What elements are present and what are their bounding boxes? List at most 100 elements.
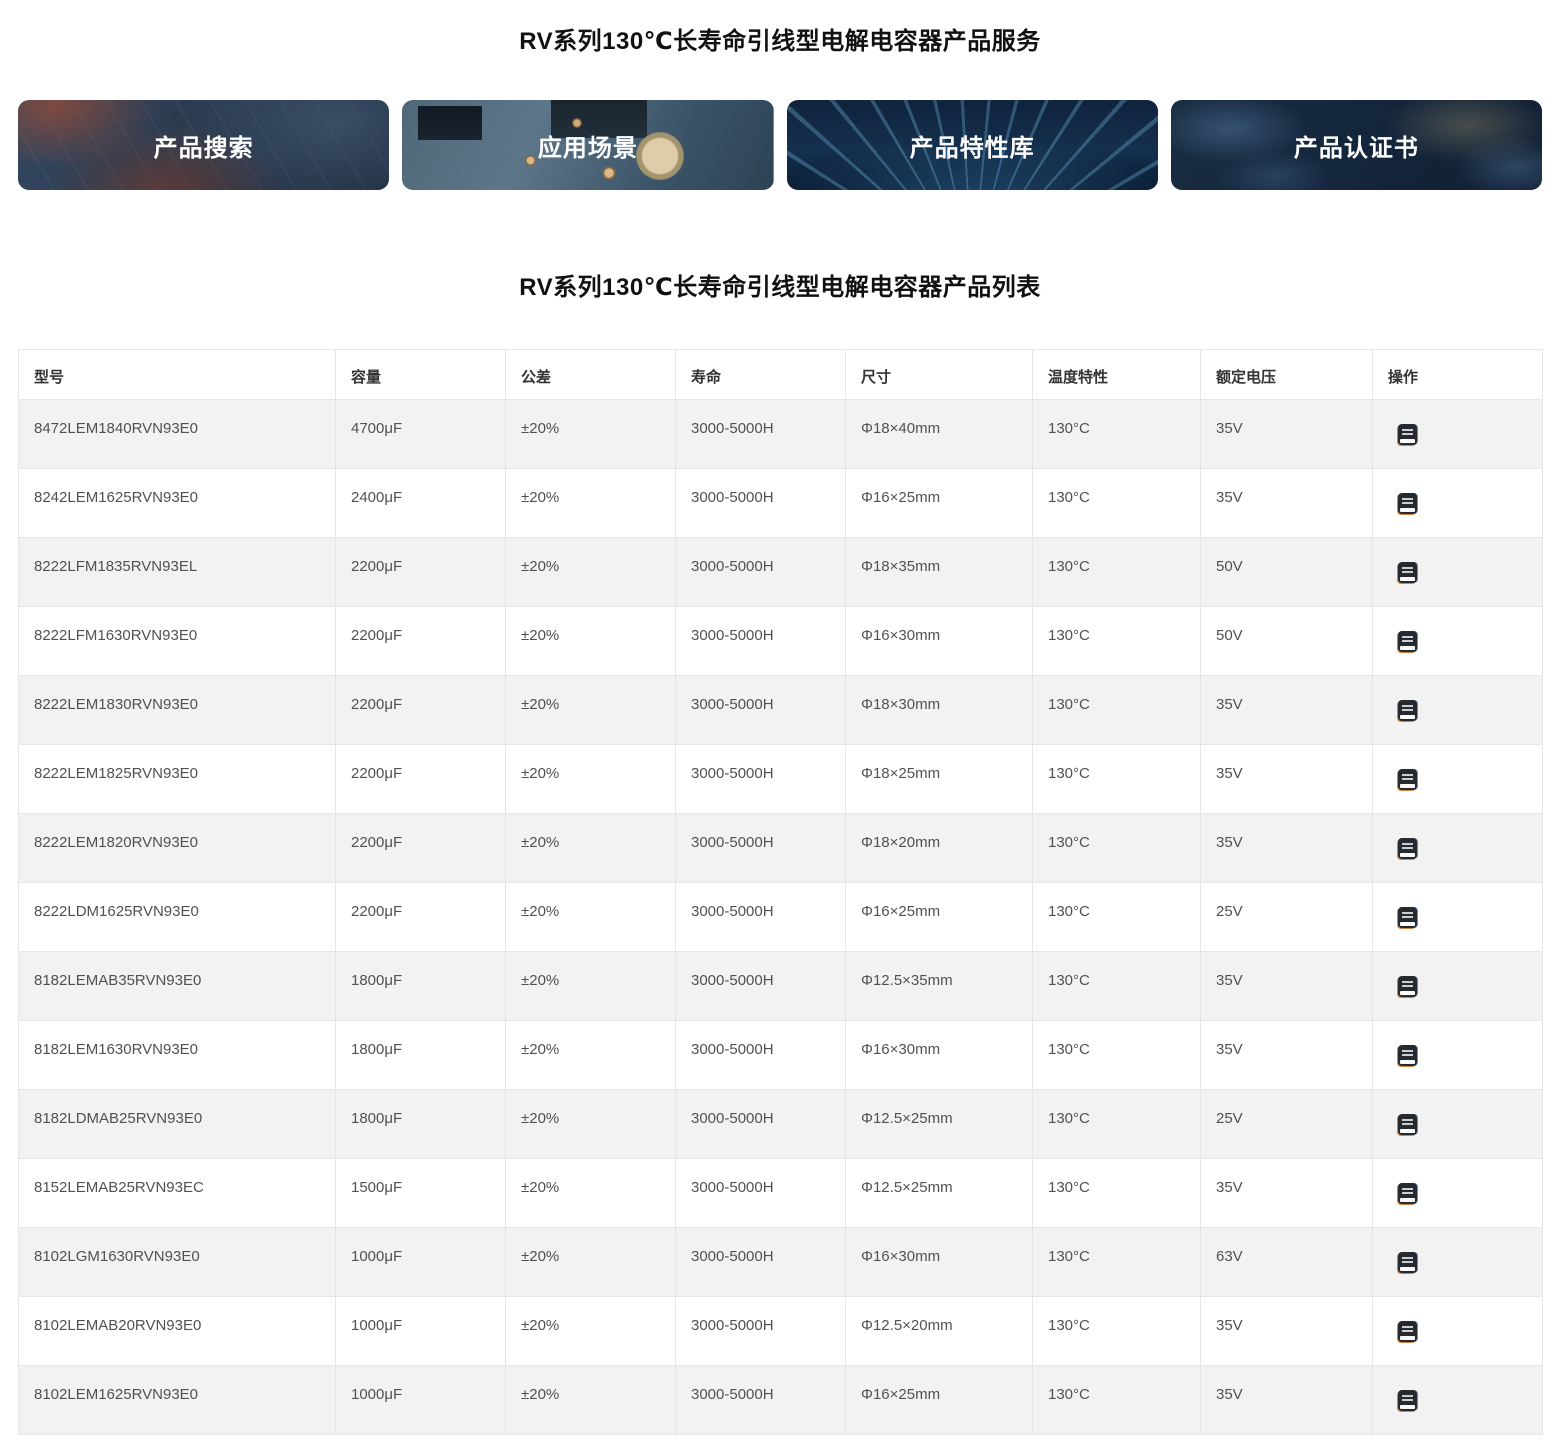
cell-temperature: 130°C [1032, 399, 1201, 469]
document-icon[interactable] [1398, 424, 1417, 445]
cell-temperature: 130°C [1032, 537, 1201, 607]
table-row: 8102LEMAB20RVN93E0 1000μF ±20% 3000-5000… [18, 1296, 1543, 1366]
cell-voltage: 35V [1200, 951, 1373, 1021]
cell-life: 3000-5000H [675, 675, 846, 745]
cell-model: 8222LEM1825RVN93E0 [18, 744, 336, 814]
cell-model: 8222LFM1630RVN93E0 [18, 606, 336, 676]
cell-tolerance: ±20% [505, 399, 676, 469]
cell-voltage: 35V [1200, 1020, 1373, 1090]
cell-operation [1372, 882, 1543, 952]
banner-nav: 产品搜索 应用场景 产品特性库 产品认证书 [18, 100, 1542, 190]
cell-life: 3000-5000H [675, 813, 846, 883]
cell-life: 3000-5000H [675, 744, 846, 814]
cell-size: Φ16×25mm [845, 1365, 1033, 1435]
cell-operation [1372, 1296, 1543, 1366]
product-table-body: 8472LEM1840RVN93E0 4700μF ±20% 3000-5000… [18, 399, 1543, 1435]
document-icon[interactable] [1398, 976, 1417, 997]
table-row: 8152LEMAB25RVN93EC 1500μF ±20% 3000-5000… [18, 1158, 1543, 1228]
banner-product-characteristics[interactable]: 产品特性库 [786, 100, 1158, 190]
cell-capacity: 4700μF [335, 399, 506, 469]
document-icon[interactable] [1398, 1183, 1417, 1204]
col-header-operation: 操作 [1372, 349, 1543, 400]
cell-voltage: 35V [1200, 1365, 1373, 1435]
product-table-wrap: 型号 容量 公差 寿命 尺寸 温度特性 额定电压 操作 8472LEM1840R… [18, 349, 1543, 1435]
cell-model: 8472LEM1840RVN93E0 [18, 399, 336, 469]
document-icon[interactable] [1398, 1321, 1417, 1342]
cell-capacity: 2200μF [335, 813, 506, 883]
cell-size: Φ12.5×20mm [845, 1296, 1033, 1366]
document-icon[interactable] [1398, 1045, 1417, 1066]
banner-application-scenarios[interactable]: 应用场景 [402, 100, 774, 190]
cell-voltage: 35V [1200, 1296, 1373, 1366]
cell-size: Φ12.5×25mm [845, 1089, 1033, 1159]
cell-voltage: 35V [1200, 744, 1373, 814]
cell-tolerance: ±20% [505, 1296, 676, 1366]
document-icon[interactable] [1398, 631, 1417, 652]
document-icon[interactable] [1398, 493, 1417, 514]
cell-tolerance: ±20% [505, 1020, 676, 1090]
document-icon[interactable] [1398, 907, 1417, 928]
cell-size: Φ16×30mm [845, 1020, 1033, 1090]
cell-operation [1372, 399, 1543, 469]
cell-capacity: 1000μF [335, 1296, 506, 1366]
cell-operation [1372, 1020, 1543, 1090]
cell-model: 8152LEMAB25RVN93EC [18, 1158, 336, 1228]
document-icon[interactable] [1398, 1114, 1417, 1135]
table-row: 8222LEM1830RVN93E0 2200μF ±20% 3000-5000… [18, 675, 1543, 745]
cell-size: Φ12.5×35mm [845, 951, 1033, 1021]
table-row: 8242LEM1625RVN93E0 2400μF ±20% 3000-5000… [18, 468, 1543, 538]
document-icon[interactable] [1398, 562, 1417, 583]
cell-capacity: 1800μF [335, 951, 506, 1021]
cell-size: Φ18×30mm [845, 675, 1033, 745]
cell-voltage: 50V [1200, 537, 1373, 607]
cell-model: 8222LFM1835RVN93EL [18, 537, 336, 607]
col-header-tolerance: 公差 [505, 349, 676, 400]
cell-operation [1372, 1227, 1543, 1297]
document-icon[interactable] [1398, 838, 1417, 859]
document-icon[interactable] [1398, 769, 1417, 790]
cell-voltage: 35V [1200, 468, 1373, 538]
cell-tolerance: ±20% [505, 606, 676, 676]
cell-temperature: 130°C [1032, 1227, 1201, 1297]
cell-temperature: 130°C [1032, 606, 1201, 676]
table-row: 8182LDMAB25RVN93E0 1800μF ±20% 3000-5000… [18, 1089, 1543, 1159]
product-list-title: RV系列130℃长寿命引线型电解电容器产品列表 [519, 274, 1041, 301]
cell-model: 8102LEMAB20RVN93E0 [18, 1296, 336, 1366]
cell-size: Φ16×25mm [845, 468, 1033, 538]
table-row: 8102LEM1625RVN93E0 1000μF ±20% 3000-5000… [18, 1365, 1543, 1435]
cell-life: 3000-5000H [675, 882, 846, 952]
service-page-title: RV系列130℃长寿命引线型电解电容器产品服务 [519, 28, 1041, 55]
table-header-row: 型号 容量 公差 寿命 尺寸 温度特性 额定电压 操作 [18, 349, 1543, 400]
cell-life: 3000-5000H [675, 1365, 846, 1435]
product-table: 型号 容量 公差 寿命 尺寸 温度特性 额定电压 操作 8472LEM1840R… [18, 349, 1543, 1435]
cell-temperature: 130°C [1032, 468, 1201, 538]
table-row: 8472LEM1840RVN93E0 4700μF ±20% 3000-5000… [18, 399, 1543, 469]
cell-tolerance: ±20% [505, 1089, 676, 1159]
cell-tolerance: ±20% [505, 1227, 676, 1297]
cell-life: 3000-5000H [675, 606, 846, 676]
cell-operation [1372, 606, 1543, 676]
cell-capacity: 2200μF [335, 606, 506, 676]
cell-model: 8182LDMAB25RVN93E0 [18, 1089, 336, 1159]
cell-model: 8102LGM1630RVN93E0 [18, 1227, 336, 1297]
cell-temperature: 130°C [1032, 1089, 1201, 1159]
cell-size: Φ16×30mm [845, 1227, 1033, 1297]
cell-size: Φ18×40mm [845, 399, 1033, 469]
cell-voltage: 35V [1200, 813, 1373, 883]
cell-capacity: 2200μF [335, 675, 506, 745]
cell-temperature: 130°C [1032, 882, 1201, 952]
cell-model: 8102LEM1625RVN93E0 [18, 1365, 336, 1435]
cell-temperature: 130°C [1032, 1020, 1201, 1090]
banner-product-certificates[interactable]: 产品认证书 [1170, 100, 1542, 190]
cell-size: Φ18×25mm [845, 744, 1033, 814]
cell-life: 3000-5000H [675, 1227, 846, 1297]
document-icon[interactable] [1398, 1252, 1417, 1273]
col-header-voltage: 额定电压 [1200, 349, 1373, 400]
table-row: 8222LFM1630RVN93E0 2200μF ±20% 3000-5000… [18, 606, 1543, 676]
document-icon[interactable] [1398, 700, 1417, 721]
cell-capacity: 1000μF [335, 1227, 506, 1297]
banner-product-search[interactable]: 产品搜索 [18, 100, 390, 190]
banner-product-characteristics-label: 产品特性库 [909, 134, 1035, 162]
document-icon[interactable] [1398, 1390, 1417, 1411]
cell-capacity: 2400μF [335, 468, 506, 538]
